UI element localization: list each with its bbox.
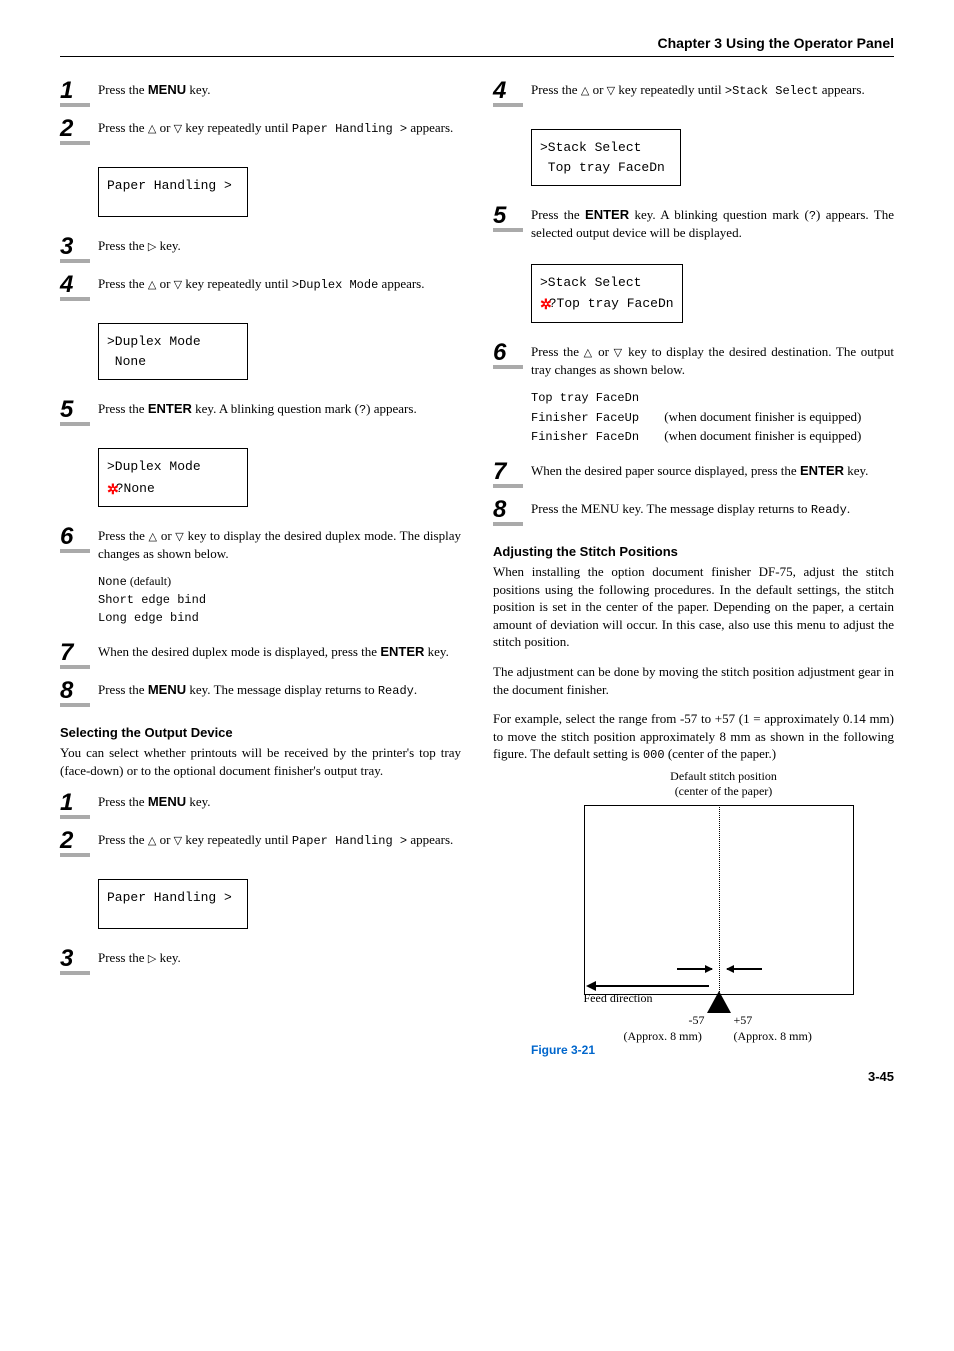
step-3: 3 Press the ▷ key.	[60, 235, 461, 263]
step-7: 7 When the desired duplex mode is displa…	[60, 641, 461, 669]
cursor-icon: ✲	[540, 294, 550, 315]
step-6: 6 Press the △ or ▽ key to display the de…	[60, 525, 461, 562]
two-column-layout: 1 Press the MENU key. 2 Press the △ or ▽…	[60, 79, 894, 1057]
step-number: 4	[493, 79, 506, 103]
options-block: Top tray FaceDn Finisher FaceUp (when do…	[531, 388, 894, 446]
triangle-down-icon: ▽	[174, 279, 182, 291]
step-text: Press the △ or ▽ key to display the desi…	[531, 341, 894, 378]
step-text: When the desired duplex mode is displaye…	[98, 641, 461, 661]
step-text: Press the △ or ▽ key repeatedly until >S…	[531, 79, 894, 99]
step-text: Press the MENU key. The message display …	[98, 679, 461, 699]
step-number: 1	[60, 79, 73, 103]
step-text: Press the △ or ▽ key repeatedly until >D…	[98, 273, 461, 293]
lcd-display: >Stack Select Top tray FaceDn	[531, 129, 681, 186]
step-r7: 7 When the desired paper source displaye…	[493, 460, 894, 488]
step-number: 2	[60, 117, 73, 141]
lcd-display: Paper Handling >	[98, 167, 248, 217]
triangle-down-icon: ▽	[174, 835, 182, 847]
figure-label-approx-r: (Approx. 8 mm)	[734, 1029, 812, 1043]
lcd-display: Paper Handling >	[98, 879, 248, 929]
step-4: 4 Press the △ or ▽ key repeatedly until …	[60, 273, 461, 301]
triangle-down-icon: ▽	[614, 347, 624, 359]
step-number: 1	[60, 791, 73, 815]
step-number: 8	[60, 679, 73, 703]
right-column: 4 Press the △ or ▽ key repeatedly until …	[493, 79, 894, 1057]
page-number: 3-45	[60, 1069, 894, 1084]
step-text: Press the ▷ key.	[98, 235, 461, 255]
step-r5: 5 Press the ENTER key. A blinking questi…	[493, 204, 894, 242]
step-number: 5	[60, 398, 73, 422]
lcd-display: >Duplex Mode None	[98, 323, 248, 380]
step-number: 6	[493, 341, 506, 365]
step-text: Press the MENU key. The message display …	[531, 498, 894, 518]
chapter-header: Chapter 3 Using the Operator Panel	[60, 35, 894, 57]
step-number: 8	[493, 498, 506, 522]
step-5: 5 Press the ENTER key. A blinking questi…	[60, 398, 461, 426]
section-paragraph: When installing the option document fini…	[493, 563, 894, 651]
section-heading: Selecting the Output Device	[60, 725, 461, 740]
figure-label-approx-l: (Approx. 8 mm)	[624, 1029, 702, 1043]
step-text: Press the ▷ key.	[98, 947, 461, 967]
section-paragraph: For example, select the range from -57 t…	[493, 710, 894, 763]
step-text: When the desired paper source displayed,…	[531, 460, 894, 480]
step-2: 2 Press the △ or ▽ key repeatedly until …	[60, 117, 461, 145]
section-heading: Adjusting the Stitch Positions	[493, 544, 894, 559]
step-b3: 3 Press the ▷ key.	[60, 947, 461, 975]
figure-caption: Figure 3-21	[531, 1043, 894, 1057]
step-text: Press the △ or ▽ key repeatedly until Pa…	[98, 117, 461, 137]
step-number: 7	[60, 641, 73, 665]
left-column: 1 Press the MENU key. 2 Press the △ or ▽…	[60, 79, 461, 1057]
triangle-up-icon: △	[584, 347, 594, 359]
step-r6: 6 Press the △ or ▽ key to display the de…	[493, 341, 894, 378]
figure-label-n57: -57	[689, 1013, 705, 1027]
figure-label-p57: +57	[734, 1013, 753, 1027]
triangle-down-icon: ▽	[174, 123, 182, 135]
step-number: 4	[60, 273, 73, 297]
step-r4: 4 Press the △ or ▽ key repeatedly until …	[493, 79, 894, 107]
figure: Default stitch position (center of the p…	[493, 775, 894, 1057]
step-b2: 2 Press the △ or ▽ key repeatedly until …	[60, 829, 461, 857]
step-text: Press the MENU key.	[98, 791, 461, 811]
step-number: 7	[493, 460, 506, 484]
step-b1: 1 Press the MENU key.	[60, 791, 461, 819]
step-text: Press the MENU key.	[98, 79, 461, 99]
cursor-icon: ✲	[107, 479, 117, 500]
figure-diagram: Default stitch position (center of the p…	[524, 775, 864, 1035]
section-paragraph: You can select whether printouts will be…	[60, 744, 461, 779]
lcd-display: >Duplex Mode ✲?None	[98, 448, 248, 507]
section-paragraph: The adjustment can be done by moving the…	[493, 663, 894, 698]
step-number: 5	[493, 204, 506, 228]
step-text: Press the ENTER key. A blinking question…	[98, 398, 461, 418]
figure-label-feed: Feed direction	[584, 991, 653, 1005]
triangle-down-icon: ▽	[607, 85, 615, 97]
step-1: 1 Press the MENU key.	[60, 79, 461, 107]
step-number: 3	[60, 947, 73, 971]
step-number: 3	[60, 235, 73, 259]
triangle-down-icon: ▽	[175, 531, 184, 543]
options-block: None (default) Short edge bind Long edge…	[98, 572, 461, 627]
step-number: 6	[60, 525, 73, 549]
step-8: 8 Press the MENU key. The message displa…	[60, 679, 461, 707]
lcd-display: >Stack Select ✲?Top tray FaceDn	[531, 264, 683, 323]
step-text: Press the △ or ▽ key repeatedly until Pa…	[98, 829, 461, 849]
step-number: 2	[60, 829, 73, 853]
triangle-up-icon: △	[148, 531, 157, 543]
figure-label-top: Default stitch position (center of the p…	[644, 769, 804, 798]
step-r8: 8 Press the MENU key. The message displa…	[493, 498, 894, 526]
step-text: Press the △ or ▽ key to display the desi…	[98, 525, 461, 562]
step-text: Press the ENTER key. A blinking question…	[531, 204, 894, 242]
